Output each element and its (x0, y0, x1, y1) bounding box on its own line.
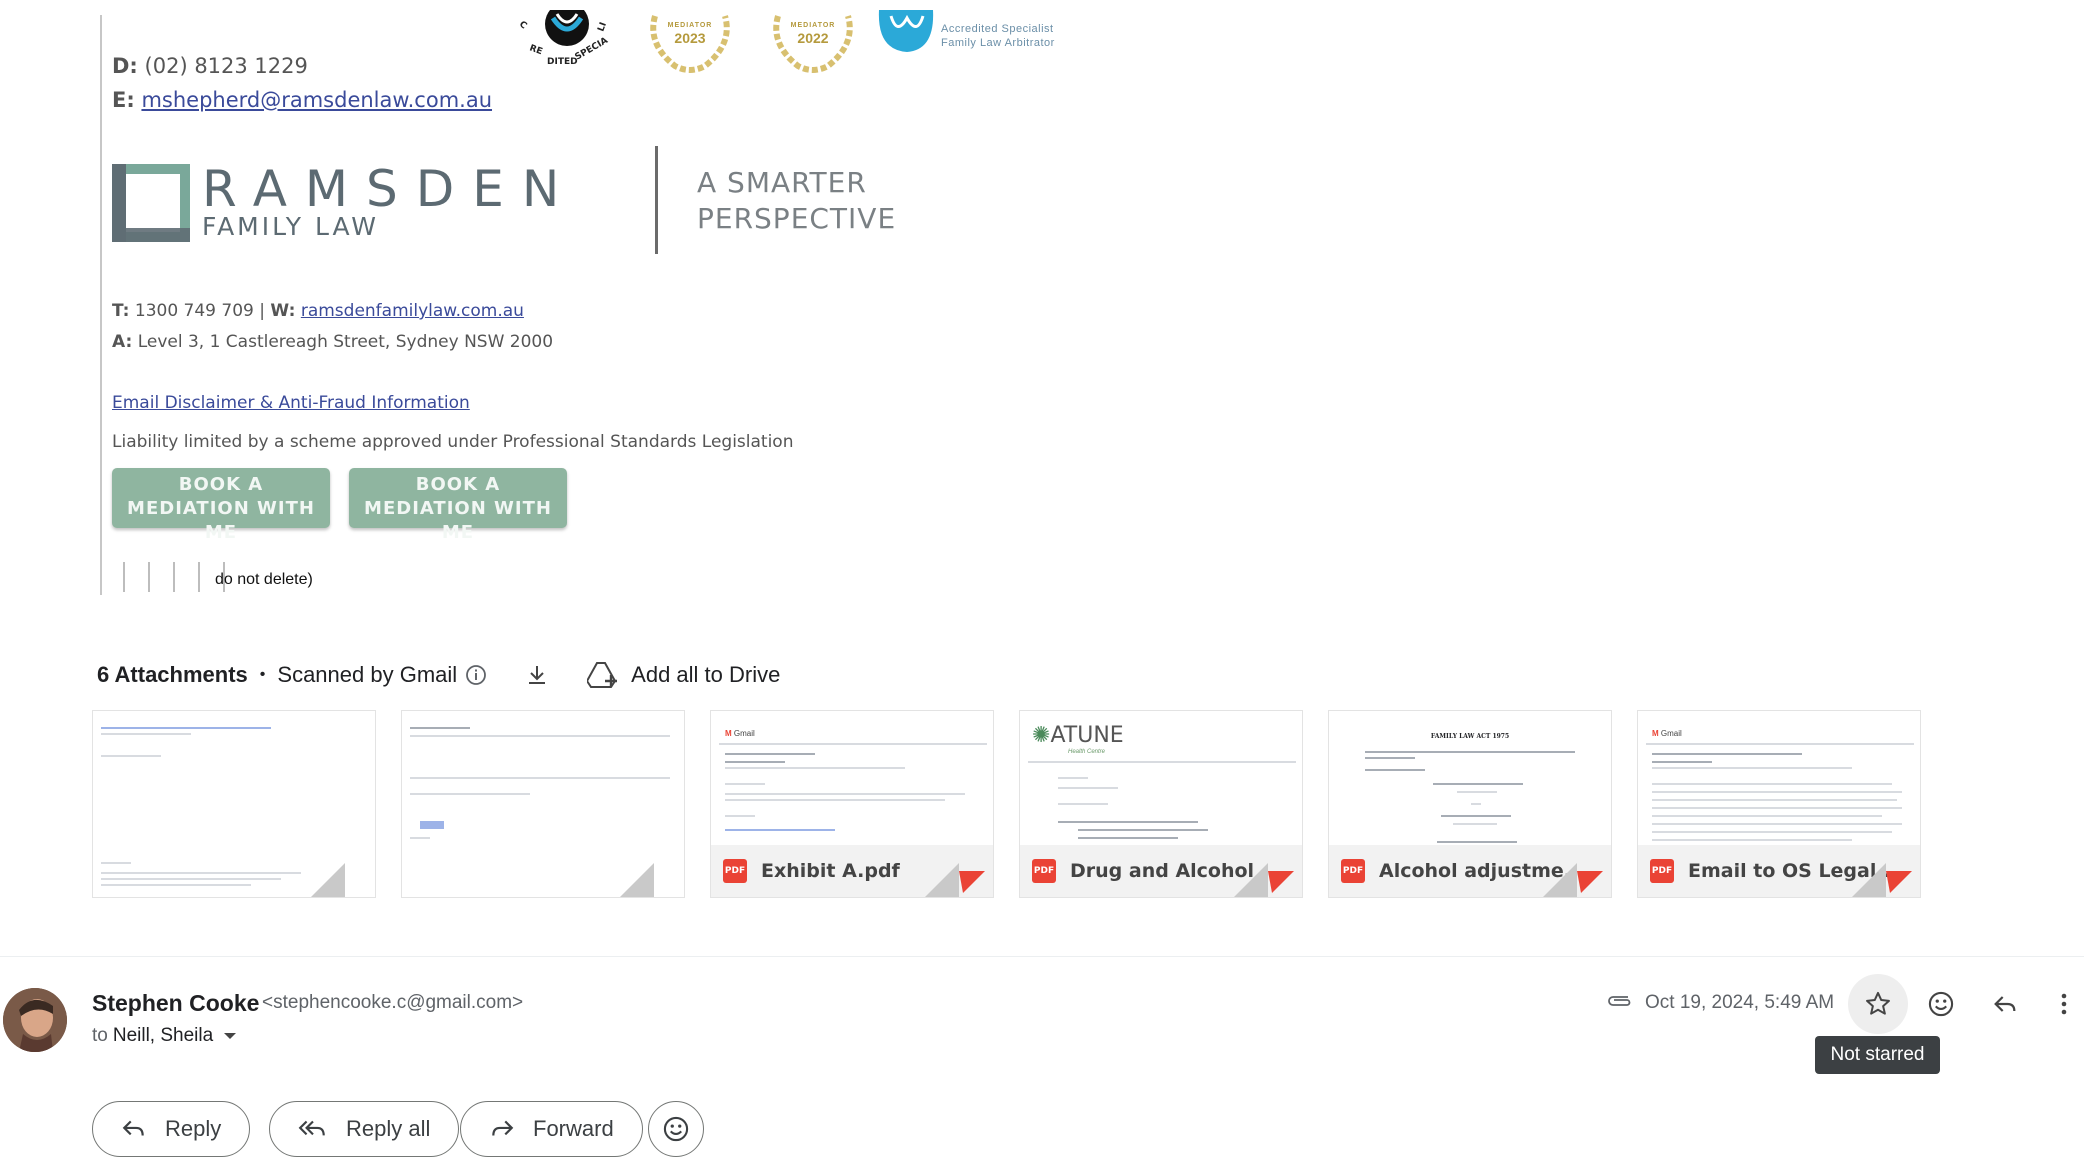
ramsden-logo: RAMSDEN FAMILY LAW (110, 160, 559, 242)
gmail-logo-preview: M Gmail (1652, 729, 1682, 738)
pdf-icon: PDF (723, 859, 747, 883)
address-line: A: Level 3, 1 Castlereagh Street, Sydney… (112, 332, 554, 352)
tel-web-line: T: 1300 749 709 | W: ramsdenfamilylaw.co… (112, 301, 524, 321)
reply-icon (1994, 996, 2016, 1012)
show-details-chevron-icon[interactable] (223, 1025, 237, 1047)
attachment-card-email-os-legal[interactable]: M Gmail PDF Email to OS Legal... (1637, 710, 1921, 898)
scanned-label: Scanned by Gmail (277, 662, 458, 687)
logo-subtitle: FAMILY LAW (202, 212, 379, 241)
pdf-icon: PDF (1032, 859, 1056, 883)
svg-text:C: C (517, 19, 529, 31)
reply-button[interactable]: Reply (92, 1101, 251, 1157)
nested-quote-borders (100, 562, 225, 592)
svg-text:DITED: DITED (547, 57, 578, 67)
pdf-icon: PDF (1341, 859, 1365, 883)
star-button[interactable] (1848, 974, 1908, 1034)
emoji-icon (1928, 991, 1954, 1017)
attachment-name: Exhibit A.pdf (761, 860, 900, 882)
message-separator (0, 956, 2084, 957)
sender-avatar[interactable] (3, 988, 67, 1052)
more-options-button[interactable] (2046, 982, 2082, 1026)
star-icon (1866, 991, 1890, 1015)
attachment-card-drug-alcohol[interactable]: ✺ATUNE Health Centre PDF Drug and Alcoho… (1019, 710, 1303, 898)
atune-logo-preview: ✺ATUNE (1032, 723, 1124, 748)
forward-button[interactable]: Forward (460, 1101, 643, 1157)
add-all-to-drive[interactable]: Add all to Drive (631, 662, 780, 688)
email-link[interactable]: mshepherd@ramsdenlaw.com.au (141, 88, 492, 112)
quote-border (100, 15, 102, 595)
disclaimer-line: Email Disclaimer & Anti-Fraud Informatio… (112, 393, 470, 413)
mediator-2022-laurel: MEDIATOR 2022 (758, 14, 868, 78)
add-to-drive-icon[interactable] (587, 661, 619, 689)
email-line: E: mshepherd@ramsdenlaw.com.au (112, 88, 493, 112)
reply-all-button[interactable]: Reply all (269, 1101, 460, 1157)
direct-phone: (02) 8123 1229 (144, 54, 308, 78)
sender-name: Stephen Cooke (92, 990, 260, 1016)
tagline: A SMARTER PERSPECTIVE (697, 166, 897, 235)
tel-number: 1300 749 709 (134, 301, 254, 321)
attachments-header: 6 Attachments • Scanned by Gmail Add all… (97, 661, 781, 689)
reply-icon-button[interactable] (1983, 982, 2027, 1026)
more-vert-icon (2061, 993, 2067, 1015)
sender-email: <stephencooke.c@gmail.com> (262, 992, 524, 1013)
forward-icon (492, 1120, 514, 1136)
download-all-icon[interactable] (525, 663, 549, 687)
gmail-logo-preview: M Gmail (725, 729, 755, 738)
do-not-delete-text: do not delete) (215, 571, 313, 588)
disclaimer-link[interactable]: Email Disclaimer & Anti-Fraud Informatio… (112, 393, 470, 413)
svg-text:RE: RE (528, 43, 544, 57)
info-icon[interactable] (465, 664, 487, 686)
recipient-names: Neill, Sheila (112, 1025, 214, 1046)
message-date: Oct 19, 2024, 5:49 AM (1645, 992, 1835, 1013)
star-tooltip: Not starred (1815, 1036, 1940, 1074)
emoji-reaction-button[interactable] (648, 1101, 704, 1157)
book-mediation-button-2[interactable]: BOOK A MEDIATION WITH ME (349, 468, 567, 543)
pdf-icon: PDF (1650, 859, 1674, 883)
logo-wordmark: RAMSDEN (202, 160, 578, 218)
liability-text: Liability limited by a scheme approved u… (112, 432, 794, 452)
address: Level 3, 1 Castlereagh Street, Sydney NS… (137, 332, 554, 352)
attachment-card-exhibit-a[interactable]: M Gmail PDF Exhibit A.pdf (710, 710, 994, 898)
direct-phone-line: D: (02) 8123 1229 (112, 54, 308, 78)
attachment-card-alcohol-adjustment[interactable]: FAMILY LAW ACT 1975 PDF Alcohol adjustme… (1328, 710, 1612, 898)
mediator-2023-laurel: MEDIATOR 2023 (635, 14, 745, 78)
reply-all-icon (298, 1120, 325, 1136)
logo-divider (655, 146, 658, 254)
attachment-card-1[interactable] (92, 710, 376, 898)
emoji-icon (663, 1116, 689, 1142)
attachment-clip-icon (1606, 992, 1634, 1015)
attachment-card-2[interactable] (401, 710, 685, 898)
aiafl-arbitrator-badge: Accredited Specialist Family Law Arbitra… (877, 10, 1087, 68)
attachment-count: 6 Attachments (97, 662, 248, 687)
reply-icon (122, 1120, 144, 1136)
website-link[interactable]: ramsdenfamilylaw.com.au (301, 301, 524, 321)
recipients-line: to Neill, Sheila (92, 1025, 237, 1047)
book-mediation-button-1[interactable]: BOOK A MEDIATION WITH ME (112, 468, 330, 543)
accredited-specialist-seal: C RE DITED SPECIA LI (515, 2, 615, 68)
add-reaction-button[interactable] (1919, 982, 1963, 1026)
svg-text:LI: LI (596, 21, 609, 33)
